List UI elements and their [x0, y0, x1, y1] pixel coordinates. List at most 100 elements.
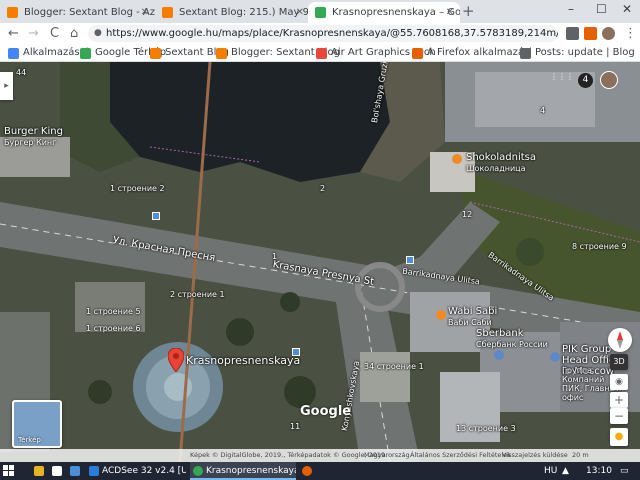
building-number: 1 — [272, 252, 278, 261]
blogger-icon — [150, 48, 161, 59]
close-tab-icon[interactable]: ✕ — [446, 2, 454, 23]
location-marker-icon[interactable] — [168, 348, 184, 372]
bus-stop-icon[interactable] — [152, 212, 160, 220]
satellite-imagery — [0, 62, 640, 462]
bookmark-apps[interactable]: Alkalmazások — [8, 46, 92, 60]
bookmarks-bar: Alkalmazások Google Térkép Sextant Blog … — [0, 44, 640, 62]
menu-icon[interactable]: ⋮ — [624, 25, 637, 42]
place-label-sberbank[interactable]: Sberbank — [476, 328, 524, 339]
maximize-button[interactable]: ☐ — [596, 2, 607, 16]
place-label-wabi-sabi[interactable]: Wabi Sabi — [448, 306, 497, 317]
scale-label[interactable]: 20 m — [572, 449, 589, 462]
building-number: 11 — [290, 422, 301, 431]
apps-grid-icon[interactable]: ⋮⋮⋮ — [550, 72, 574, 81]
air-art-icon — [316, 48, 327, 59]
acdsee-icon — [89, 466, 99, 476]
taskbar-item-acdsee[interactable]: ACDSee 32 v2.4 [Unre... — [86, 462, 186, 480]
thumbnail-label: Térkép — [18, 436, 41, 444]
building-number: 44 — [16, 68, 27, 77]
building-number: 2 строение 1 — [170, 290, 225, 299]
zoom-in-button[interactable]: + — [610, 392, 628, 408]
home-button[interactable]: ⌂ — [70, 25, 78, 42]
firefox-icon[interactable] — [302, 466, 312, 476]
reload-button[interactable]: C — [50, 25, 59, 42]
taskbar-item-label: Krasnopresnenskaya ... — [206, 466, 296, 476]
blogger-icon — [162, 7, 173, 18]
bus-stop-icon[interactable] — [292, 348, 300, 356]
media-player-icon[interactable] — [52, 466, 62, 476]
file-explorer-icon[interactable] — [34, 466, 44, 476]
collapse-side-panel-button[interactable]: ▸ — [0, 72, 13, 100]
notification-badge[interactable]: 4 — [578, 73, 593, 88]
minimize-button[interactable]: – — [568, 2, 574, 16]
tab-sextant-blog[interactable]: Sextant Blog: 215.) May 9th 'Vict ✕ — [155, 2, 310, 23]
compass-icon[interactable] — [608, 328, 632, 352]
building-number: 1 строение 2 — [110, 184, 165, 193]
blogger-icon — [7, 7, 18, 18]
pegman-icon[interactable]: ● — [610, 428, 628, 446]
blogger-icon — [216, 48, 227, 59]
app-icon[interactable] — [70, 466, 80, 476]
bookmark-label: Posts: update | Blog — [535, 47, 635, 58]
language-indicator[interactable]: HU — [544, 462, 557, 480]
satellite-map[interactable]: ▸ ⋮⋮⋮ 4 Burger King Бургер Кинг Shokolad… — [0, 62, 640, 462]
google-logo: Google — [300, 404, 352, 419]
building-number: 34 строение 1 — [364, 362, 424, 371]
google-maps-icon — [80, 48, 91, 59]
forward-button[interactable]: → — [28, 25, 39, 42]
windows-start-icon[interactable] — [3, 465, 15, 477]
tab-blogger-overview[interactable]: Blogger: Sextant Blog - Az össze ✕ — [0, 2, 155, 23]
close-window-button[interactable]: ✕ — [622, 2, 632, 16]
clock[interactable]: 13:10 — [586, 462, 612, 480]
zoom-out-button[interactable]: − — [610, 408, 628, 424]
new-tab-button[interactable]: + — [462, 2, 475, 20]
imagery-attribution: Képek © DigitalGlobe, 2019., Térképadato… — [190, 451, 388, 459]
google-maps-icon — [315, 7, 326, 18]
location-icon[interactable]: ◉ — [610, 374, 628, 390]
building-number: 8 строение 9 — [572, 242, 627, 251]
3d-toggle-button[interactable]: 3D — [610, 354, 628, 370]
office-pin-icon[interactable] — [550, 352, 560, 362]
bookmark-posts[interactable]: Posts: update | Blog — [520, 46, 635, 60]
terms-link[interactable]: Általános Szerződési Feltételek — [410, 449, 511, 462]
back-button[interactable]: ← — [8, 25, 19, 42]
browser-toolbar: ← → C ⌂ ● https://www.google.hu/maps/pla… — [0, 23, 640, 44]
restaurant-pin-icon[interactable] — [452, 154, 462, 164]
network-icon[interactable]: ▲ — [562, 462, 569, 480]
bus-stop-icon[interactable] — [406, 256, 414, 264]
place-label-shokoladnitsa[interactable]: Shokoladnitsa — [466, 152, 536, 163]
firefox-icon — [412, 48, 423, 59]
restaurant-pin-icon[interactable] — [436, 310, 446, 320]
tab-google-maps[interactable]: Krasnopresnenskaya – Google Té ✕ — [308, 2, 460, 23]
bookmark-label: A Firefox alkalmazási — [427, 47, 532, 58]
place-label-krasnopresnenskaya[interactable]: Krasnopresnenskaya — [186, 354, 300, 367]
avatar[interactable] — [600, 71, 618, 89]
windows-taskbar: ACDSee 32 v2.4 [Unre... Krasnopresnenska… — [0, 462, 640, 480]
taskbar-item-label: ACDSee 32 v2.4 [Unre... — [102, 466, 186, 476]
place-label-wabi-sabi-ru: Ваби Саби — [448, 318, 492, 327]
building-number: 1 строение 6 — [86, 324, 141, 333]
place-label-burger-king[interactable]: Burger King — [4, 126, 63, 137]
close-tab-icon[interactable]: ✕ — [141, 2, 149, 23]
tab-label: Sextant Blog: 215.) May 9th 'Vict — [179, 7, 310, 18]
address-bar[interactable]: ● https://www.google.hu/maps/place/Krasn… — [88, 25, 558, 42]
country-link[interactable]: Magyarország — [364, 449, 410, 462]
bookmark-firefox[interactable]: A Firefox alkalmazási — [412, 46, 532, 60]
apps-grid-icon — [8, 48, 19, 59]
building-number: 13 строение 3 — [456, 424, 516, 433]
notification-center-icon[interactable]: ▭ — [620, 462, 629, 480]
building-number: 2 — [320, 184, 326, 193]
url-text: https://www.google.hu/maps/place/Krasnop… — [106, 28, 558, 39]
close-tab-icon[interactable]: ✕ — [296, 2, 304, 23]
profile-icon[interactable] — [602, 27, 615, 40]
taskbar-item-chrome[interactable]: Krasnopresnenskaya ... — [190, 462, 296, 480]
bank-pin-icon[interactable] — [494, 350, 504, 360]
extension-icon[interactable] — [584, 27, 597, 40]
building-number: 4 — [540, 106, 546, 115]
extension-icon[interactable] — [566, 27, 579, 40]
tab-strip: Blogger: Sextant Blog - Az össze ✕ Sexta… — [0, 0, 640, 23]
feedback-link[interactable]: Visszajelzés küldése — [502, 449, 568, 462]
blog-icon — [520, 48, 531, 59]
map-type-thumbnail[interactable]: Térkép — [12, 400, 62, 448]
building-number: 1 строение 5 — [86, 307, 141, 316]
